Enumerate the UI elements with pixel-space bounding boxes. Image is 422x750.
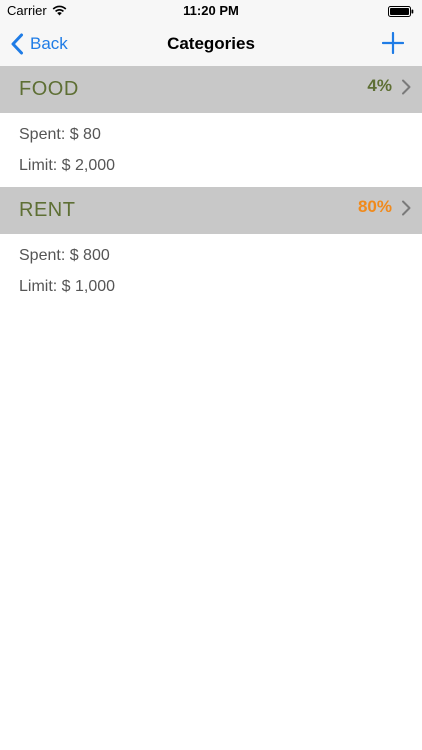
category-details: Spent: $ 80 Limit: $ 2,000 <box>0 113 422 187</box>
navigation-bar: Back Categories <box>0 22 422 66</box>
limit-amount: Limit: $ 2,000 <box>19 157 116 174</box>
category-rent: RENT 80% Spent: $ 800 Limit: $ 1,000 <box>0 187 422 308</box>
category-name: RENT <box>19 199 76 221</box>
limit-amount: Limit: $ 1,000 <box>19 278 116 295</box>
status-bar: Carrier 11:20 PM <box>0 0 422 22</box>
battery-icon <box>388 6 414 17</box>
category-header[interactable]: RENT 80% <box>0 187 422 234</box>
spent-amount: Spent: $ 800 <box>19 247 110 264</box>
page-title: Categories <box>167 34 255 53</box>
category-name: FOOD <box>19 78 79 100</box>
plus-icon[interactable] <box>382 32 404 54</box>
category-details: Spent: $ 800 Limit: $ 1,000 <box>0 234 422 308</box>
category-percent: 4% <box>367 76 392 95</box>
status-time: 11:20 PM <box>183 3 239 18</box>
category-percent: 80% <box>357 197 392 216</box>
category-list: FOOD 4% Spent: $ 80 Limit: $ 2,000 RENT … <box>0 66 422 308</box>
chevron-right-icon <box>402 200 411 216</box>
chevron-right-icon <box>402 79 411 95</box>
category-food: FOOD 4% Spent: $ 80 Limit: $ 2,000 <box>0 66 422 187</box>
spent-amount: Spent: $ 80 <box>19 126 101 143</box>
category-header[interactable]: FOOD 4% <box>0 66 422 113</box>
